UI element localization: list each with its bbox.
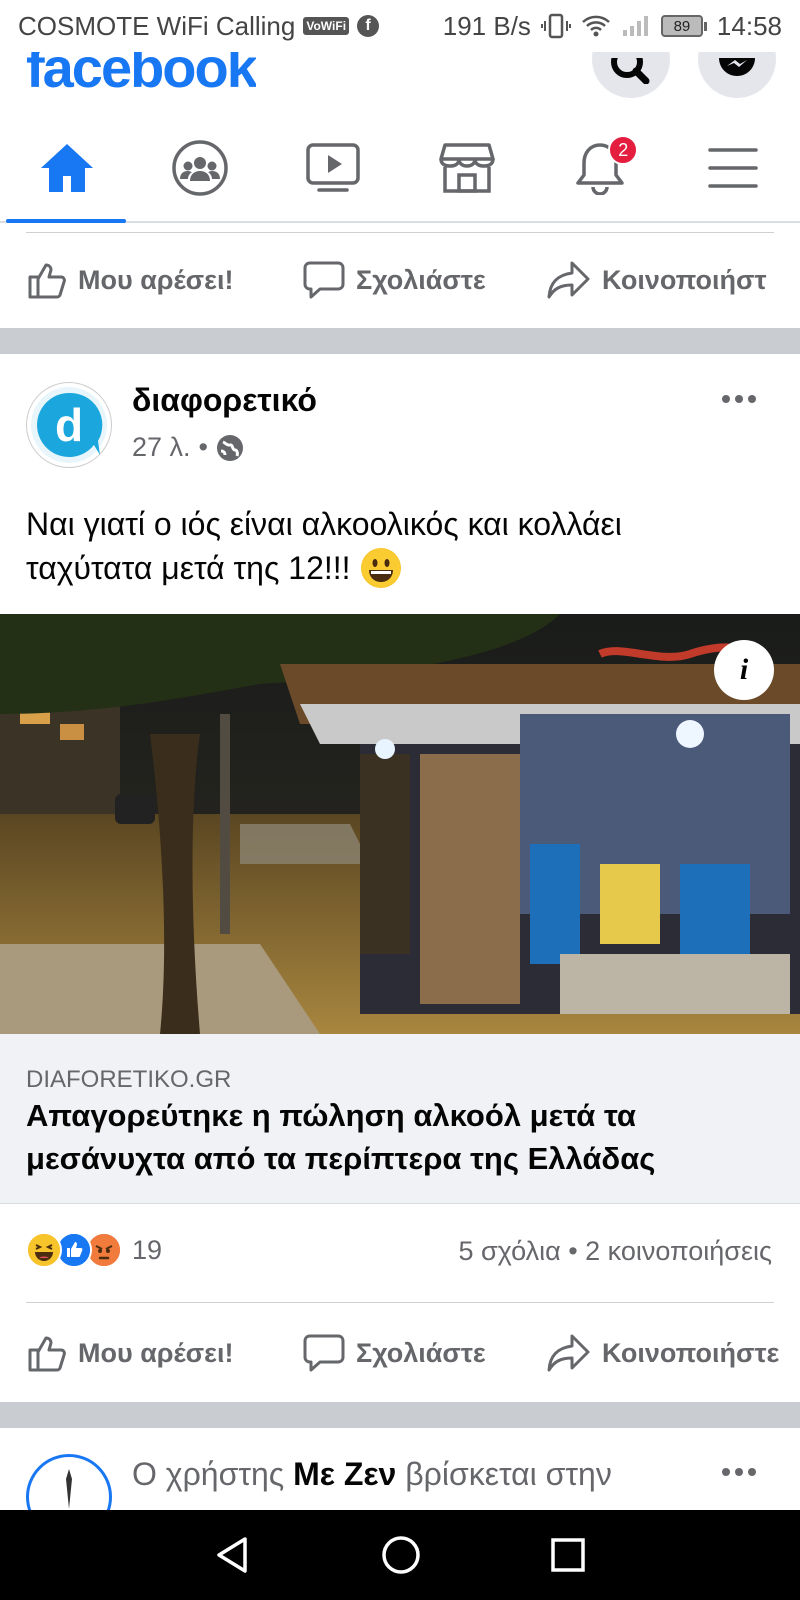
reactions-summary[interactable]: 19 [26,1232,162,1268]
share-label: Κοινοποιήστε [602,1337,780,1368]
post-time[interactable]: 27 λ. [132,432,191,463]
comment-button[interactable]: Σχολιάστε [302,259,486,301]
notification-count-badge: 2 [608,135,639,165]
link-domain: DIAFORETIKO.GR [26,1066,232,1093]
recents-icon[interactable] [549,1536,587,1574]
battery-icon: 89 [660,15,707,37]
tab-marketplace[interactable] [400,115,533,221]
info-button[interactable]: i [714,640,774,700]
next-post-user[interactable]: Με Ζεν [293,1456,396,1492]
comment-button[interactable]: Σχολιάστε [302,1332,486,1374]
share-button[interactable]: Κοινοποιήστε [546,1332,779,1374]
share-label: Κοινοποιήστ [602,264,767,295]
comment-label: Σχολιάστε [356,264,486,295]
kiosk-night-photo [0,614,800,1034]
page-name[interactable]: διαφορετικό [132,382,317,419]
post-options-button[interactable] [722,395,756,403]
divider [26,1302,774,1303]
vibrate-icon [540,13,571,39]
comment-icon [303,261,345,299]
diaforetiko-logo-icon: d [31,387,107,463]
post-text-line: Ναι γιατί ο ιός είναι αλκοολικός και κολ… [26,506,622,542]
tab-notifications[interactable]: 2 [533,115,666,221]
like-button[interactable]: Μου αρέσει! [26,1332,233,1374]
tab-menu[interactable] [667,115,800,221]
haha-reaction-icon [26,1232,62,1268]
back-icon[interactable] [213,1535,253,1575]
svg-text:d: d [55,399,83,451]
feed-separator [0,328,800,354]
like-icon [28,263,66,299]
comments-shares-count[interactable]: 5 σχόλια • 2 κοινοποιήσεις [458,1236,772,1267]
system-navigation-bar [0,1510,800,1600]
menu-icon [708,148,759,188]
like-label: Μου αρέσει! [78,1337,234,1368]
marketplace-icon [438,143,495,193]
grinning-emoji [360,548,401,588]
like-icon [28,1336,66,1372]
share-icon [547,261,590,299]
carrier-label: COSMOTE WiFi Calling [18,10,296,41]
comment-icon [303,1334,345,1372]
clock: 14:58 [716,10,782,41]
messenger-icon [719,58,755,76]
post-meta: 27 λ. • [132,432,244,463]
link-preview[interactable]: DIAFORETIKO.GR Απαγορεύτηκε η πώληση αλκ… [0,1034,800,1204]
watch-icon [306,143,361,192]
share-button[interactable]: Κοινοποιήστ [546,259,800,301]
tab-watch[interactable] [267,115,400,221]
like-label: Μου αρέσει! [78,264,234,295]
link-preview-image[interactable]: i [0,614,800,1034]
next-post-header: Ο χρήστης Με Ζεν βρίσκεται στην [132,1456,612,1493]
main-tab-bar: 2 [0,115,800,223]
tab-groups[interactable] [133,115,266,221]
globe-icon [217,434,243,461]
facebook-notification-icon: f [357,15,380,37]
link-title-line: μεσάνυχτα από τα περίπτερα της Ελλάδας [26,1141,656,1176]
reaction-count: 19 [132,1234,163,1265]
post-actions: Μου αρέσει! Σχολιάστε Κοινοποιήστε [0,1305,800,1401]
battery-level: 89 [660,15,703,37]
previous-post-actions: Μου αρέσει! Σχολιάστε Κοινοποιήστ [0,232,800,328]
comment-label: Σχολιάστε [356,1337,486,1368]
next-post-prefix: Ο χρήστης [132,1456,294,1492]
search-icon [611,58,650,84]
next-post-suffix: βρίσκεται στην [396,1456,612,1492]
share-icon [547,1334,590,1372]
feed-separator [0,1402,800,1428]
wifi-icon [582,15,610,37]
signal-icon [622,16,648,36]
page-avatar[interactable]: d [26,382,112,468]
post-text-line: ταχύτατα μετά της 12!!! [26,550,351,586]
tab-home[interactable] [0,115,133,223]
home-circle-icon[interactable] [380,1534,422,1576]
home-icon [40,144,93,192]
network-speed: 191 B/s [442,10,531,41]
next-post-options-button[interactable] [722,1468,756,1476]
vowifi-icon: VoWiFi [303,17,350,35]
link-title-line: Απαγορεύτηκε η πώληση αλκοόλ μετά τα [26,1098,636,1133]
link-title: Απαγορεύτηκε η πώληση αλκοόλ μετά τα μεσ… [26,1094,786,1180]
post-text: Ναι γιατί ο ιός είναι αλκοολικός και κολ… [26,502,786,590]
meta-separator: • [198,432,208,462]
groups-icon [172,140,228,196]
status-bar: COSMOTE WiFi Calling VoWiFi f 191 B/s 89… [0,0,800,52]
like-button[interactable]: Μου αρέσει! [26,259,233,301]
